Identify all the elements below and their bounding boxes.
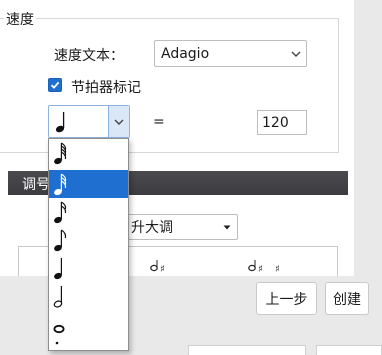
note-value-dropdown-list[interactable] [48, 138, 129, 351]
equals-sign: = [153, 114, 165, 130]
tempo-text-combo[interactable]: Adagio [154, 40, 307, 67]
previous-step-label: 上一步 [265, 291, 308, 308]
half-note-icon [53, 286, 63, 308]
lower-panel-fragment-right [316, 345, 382, 355]
lower-panel-fragment [188, 345, 306, 355]
breve-icon [55, 341, 59, 345]
32nd-note-icon [54, 173, 67, 196]
svg-text:♯: ♯ [258, 264, 263, 275]
dropdown-item-breve[interactable] [49, 331, 128, 350]
metronome-checkbox[interactable] [48, 78, 62, 92]
quarter-note-icon [55, 112, 65, 133]
dropdown-item-64th[interactable] [49, 139, 128, 167]
key-combo-value: 升大调 [131, 220, 173, 236]
create-label: 创建 [333, 291, 361, 308]
chevron-down-icon [291, 51, 301, 57]
chevron-down-icon [114, 119, 124, 125]
dropdown-item-half[interactable] [49, 282, 128, 310]
dropdown-item-32nd[interactable] [49, 170, 128, 198]
eighth-note-icon [54, 229, 67, 252]
create-button[interactable]: 创建 [325, 282, 369, 315]
dropdown-button[interactable] [108, 106, 129, 137]
metronome-label: 节拍器标记 [71, 80, 141, 96]
svg-text:♯: ♯ [160, 264, 165, 275]
key-combo[interactable]: 升大调 [126, 214, 238, 240]
tempo-group-title: 速度 [4, 9, 36, 29]
bpm-field[interactable]: 120 [257, 110, 307, 135]
dropdown-item-eighth[interactable] [49, 226, 128, 254]
tempo-text-value: Adagio [161, 45, 210, 62]
16th-note-icon [54, 201, 67, 224]
key-signature-header-label: 调号 [22, 177, 50, 193]
dropdown-arrow-icon [223, 225, 231, 230]
bpm-value: 120 [262, 114, 289, 131]
quarter-note-icon [54, 258, 62, 280]
tempo-text-label: 速度文本： [54, 48, 124, 64]
64th-note-icon [54, 142, 67, 165]
dropdown-item-16th[interactable] [49, 198, 128, 226]
panel-scroll-gutter [354, 0, 382, 276]
previous-step-button[interactable]: 上一步 [256, 282, 317, 315]
dropdown-item-quarter[interactable] [49, 254, 128, 282]
note-value-combo[interactable] [48, 105, 130, 138]
checkmark-icon [50, 81, 60, 89]
svg-text:♯: ♯ [275, 264, 280, 275]
